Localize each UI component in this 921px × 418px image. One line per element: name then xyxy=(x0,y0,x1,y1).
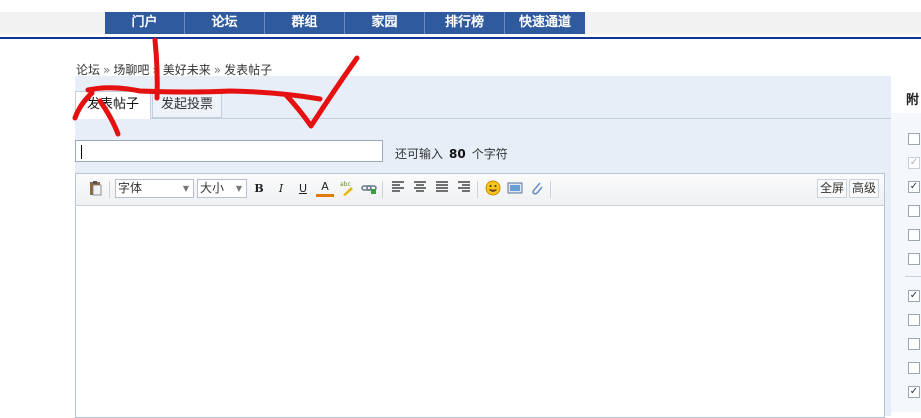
remaining-chars: 还可输入 80 个字符 xyxy=(395,145,508,162)
toolbar-separator xyxy=(477,181,478,198)
dropdown-arrow-icon: ▼ xyxy=(235,184,242,193)
svg-text:abc: abc xyxy=(340,181,351,188)
align-center-icon[interactable] xyxy=(411,180,429,198)
option-checkbox[interactable] xyxy=(908,205,920,217)
smiley-icon[interactable] xyxy=(484,180,502,198)
nav-item-forum[interactable]: 论坛 xyxy=(185,12,265,34)
image-icon[interactable] xyxy=(506,180,524,198)
breadcrumb-board[interactable]: 场聊吧 xyxy=(113,63,149,77)
option-checkbox[interactable]: ✓ xyxy=(908,181,920,193)
option-checkbox[interactable] xyxy=(908,229,920,241)
option-checkbox-disabled: ✓ xyxy=(908,157,920,169)
align-right-icon[interactable] xyxy=(455,180,473,198)
nav-item-ranking[interactable]: 排行榜 xyxy=(425,12,505,34)
side-panel-label: 附 xyxy=(906,93,920,108)
header-divider xyxy=(0,37,921,39)
remaining-count: 80 xyxy=(449,147,466,161)
tab-new-post[interactable]: 发表帖子 xyxy=(75,91,151,119)
font-color-button[interactable]: A xyxy=(316,180,334,197)
breadcrumb-forum[interactable]: 论坛 xyxy=(76,63,100,77)
nav-item-group[interactable]: 群组 xyxy=(265,12,345,34)
option-checkbox[interactable] xyxy=(908,362,920,374)
option-checkbox[interactable] xyxy=(908,314,920,326)
nav-item-quick-access[interactable]: 快速通道 xyxy=(505,12,585,34)
option-checkbox[interactable] xyxy=(908,133,920,145)
tabs-divider xyxy=(75,118,891,119)
breadcrumb-current: 发表帖子 xyxy=(224,63,273,77)
option-checkbox[interactable]: ✓ xyxy=(908,386,920,398)
editor-toolbar: 字体 ▼ 大小 ▼ B I U A abc 全屏 高级 xyxy=(76,174,884,206)
breadcrumb-separator: » xyxy=(213,63,222,77)
attachment-icon[interactable] xyxy=(528,180,546,198)
align-left-icon[interactable] xyxy=(389,180,407,198)
font-size-select[interactable]: 大小 ▼ xyxy=(197,179,247,198)
dropdown-arrow-icon: ▼ xyxy=(182,184,189,193)
post-editor: 字体 ▼ 大小 ▼ B I U A abc 全屏 高级 xyxy=(75,173,885,418)
top-bar: 门户 论坛 群组 家园 排行榜 快速通道 xyxy=(0,12,921,34)
paste-icon[interactable] xyxy=(86,180,104,198)
subject-input[interactable] xyxy=(75,140,383,162)
align-justify-icon[interactable] xyxy=(433,180,451,198)
font-family-select[interactable]: 字体 ▼ xyxy=(115,179,194,198)
underline-button[interactable]: U xyxy=(294,180,312,198)
toolbar-separator xyxy=(109,181,110,198)
fullscreen-button[interactable]: 全屏 xyxy=(817,179,848,198)
font-size-value: 大小 xyxy=(200,181,225,195)
italic-button[interactable]: I xyxy=(272,180,290,198)
font-family-value: 字体 xyxy=(118,181,143,195)
nav-item-portal[interactable]: 门户 xyxy=(105,12,185,34)
side-divider xyxy=(905,276,921,277)
option-checkbox[interactable] xyxy=(908,338,920,350)
advanced-button[interactable]: 高级 xyxy=(849,179,880,198)
highlight-icon[interactable]: abc xyxy=(338,180,356,198)
breadcrumb-separator: » xyxy=(103,63,111,77)
breadcrumb-separator: » xyxy=(152,63,160,77)
toolbar-separator xyxy=(382,181,383,198)
breadcrumb-subboard[interactable]: 美好未来 xyxy=(163,63,211,77)
remaining-suffix: 个字符 xyxy=(471,147,508,161)
main-nav: 门户 论坛 群组 家园 排行榜 快速通道 xyxy=(105,12,585,34)
remaining-prefix: 还可输入 xyxy=(395,147,444,161)
text-cursor xyxy=(81,145,82,159)
link-icon[interactable] xyxy=(360,180,378,198)
editor-content-area[interactable] xyxy=(76,206,884,417)
option-checkbox[interactable]: ✓ xyxy=(908,290,920,302)
option-checkbox[interactable] xyxy=(908,253,920,265)
bold-button[interactable]: B xyxy=(250,180,268,198)
tab-new-poll[interactable]: 发起投票 xyxy=(152,91,222,118)
toolbar-separator xyxy=(550,181,551,198)
nav-item-home[interactable]: 家园 xyxy=(345,12,425,34)
